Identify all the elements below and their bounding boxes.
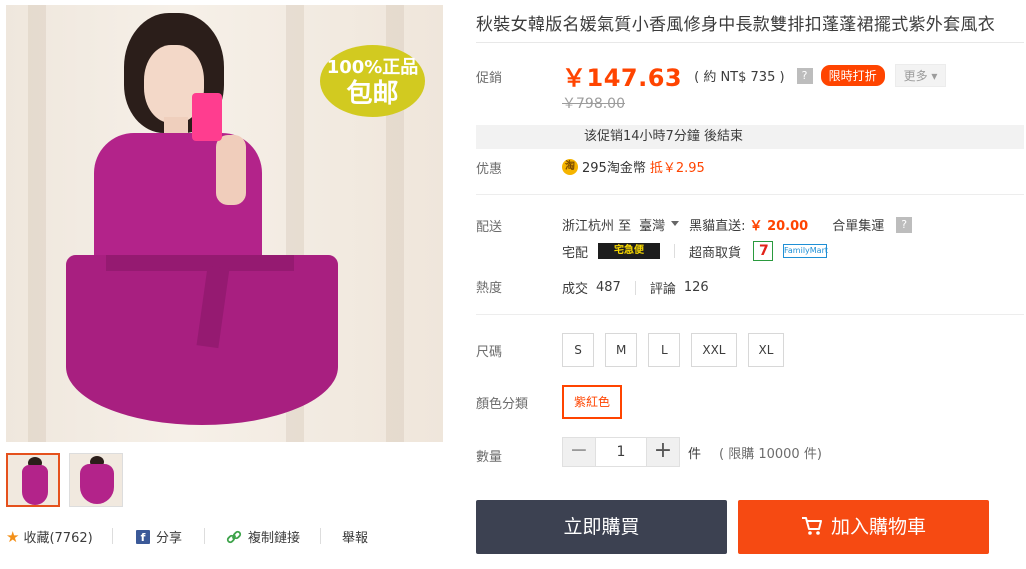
sold-count: 487 <box>596 280 621 295</box>
quantity-stepper: − 1 + <box>562 437 680 467</box>
badge-line-1: 100%正品 <box>326 57 419 78</box>
phone <box>192 93 222 141</box>
more-promos-dropdown[interactable]: 更多 ▾ <box>894 64 947 87</box>
link-icon <box>226 530 242 543</box>
price-row: ￥147.63 ( 約 NT$ 735 ) ? 限時打折 更多 ▾ <box>562 58 947 93</box>
chevron-down-icon: ▾ <box>931 69 938 83</box>
facebook-icon: f <box>136 529 150 544</box>
coin-icon: 淘 <box>562 158 578 175</box>
quantity-label: 數量 <box>476 450 503 465</box>
color-option-purple-red[interactable]: 紫紅色 <box>562 385 623 419</box>
curtain-fold <box>28 5 46 442</box>
coin-deduct: 抵￥2.95 <box>649 161 705 176</box>
reviews-label: 評論 <box>649 282 676 297</box>
report-button[interactable]: 舉報 <box>342 527 368 546</box>
product-title: 秋裝女韓版名媛氣質小香風修身中長款雙排扣蓬蓬裙擺式紫外套風衣 <box>476 15 995 35</box>
quantity-decrease-button[interactable]: − <box>563 438 595 466</box>
cart-icon <box>801 517 822 535</box>
seven-eleven-logo: 7 <box>753 241 774 261</box>
badge-line-2: 包邮 <box>346 79 399 109</box>
buy-now-button[interactable]: 立即購買 <box>476 500 727 554</box>
help-icon[interactable]: ? <box>896 216 913 233</box>
size-label: 尺碼 <box>476 345 503 360</box>
authentic-free-shipping-badge: 100%正品 包邮 <box>320 45 425 117</box>
shipping-route: 浙江杭州 至 臺灣 黑貓直送: ￥ 20.00 合單集運 ? <box>562 215 913 234</box>
share-label: 分享 <box>156 531 183 546</box>
shipping-fee: ￥ 20.00 <box>749 219 809 234</box>
store-pickup-label: 超商取貨 <box>689 245 742 261</box>
size-option-l[interactable]: L <box>648 333 681 367</box>
favorite-label: 收藏(7762) <box>23 531 93 546</box>
home-delivery-label: 宅配 <box>562 245 589 261</box>
favorite-button[interactable]: ★ 收藏(7762) <box>6 527 93 547</box>
divider <box>476 314 1024 315</box>
converted-price: ( 約 NT$ 735 ) <box>694 70 785 85</box>
copy-link-label: 複制鏈接 <box>248 531 301 546</box>
share-button[interactable]: f 分享 <box>136 527 182 546</box>
divider <box>476 194 1024 195</box>
reviews-count[interactable]: 126 <box>684 280 709 295</box>
divider <box>634 280 636 295</box>
size-option-xl[interactable]: XL <box>747 333 785 367</box>
black-cat-logo: 宅急便 <box>598 243 661 259</box>
divider <box>674 244 676 258</box>
original-price: ￥798.00 <box>562 96 625 112</box>
add-to-cart-button[interactable]: 加入購物車 <box>738 500 989 554</box>
sales-stats: 成交 487 評論 126 <box>562 278 709 297</box>
color-label: 顏色分類 <box>476 397 529 412</box>
color-options: 紫紅色 <box>562 385 633 419</box>
copy-link-button[interactable]: 複制鏈接 <box>226 527 300 546</box>
size-option-s[interactable]: S <box>562 333 594 367</box>
shipping-label: 配送 <box>476 220 503 235</box>
quantity-input[interactable]: 1 <box>595 438 647 466</box>
purchase-limit: ( 限購 10000 件) <box>719 446 822 462</box>
destination-select[interactable]: 臺灣 <box>639 215 665 234</box>
add-to-cart-label: 加入購物車 <box>831 516 927 538</box>
help-icon[interactable]: ? <box>796 67 813 84</box>
heat-label: 熱度 <box>476 281 503 296</box>
thumbnail-figure <box>80 464 114 504</box>
sold-label: 成交 <box>562 282 589 297</box>
promo-countdown: 该促销14小時7分鐘 後結束 <box>476 125 1024 149</box>
buy-now-label: 立即購買 <box>563 516 640 538</box>
size-options: S M L XXL XL <box>562 333 795 367</box>
familymart-logo: FamilyMart <box>783 244 828 258</box>
quantity-row: − 1 + 件 ( 限購 10000 件) <box>562 437 822 467</box>
size-option-xxl[interactable]: XXL <box>691 333 737 367</box>
star-icon: ★ <box>6 527 20 546</box>
quantity-increase-button[interactable]: + <box>647 438 679 466</box>
flash-sale-tag: 限時打折 <box>820 65 885 86</box>
more-label: 更多 <box>903 69 928 83</box>
benefit-label: 优惠 <box>476 162 503 177</box>
thumbnail-1[interactable] <box>6 453 60 507</box>
size-option-m[interactable]: M <box>605 333 638 367</box>
divider <box>476 42 1024 43</box>
chevron-down-icon[interactable] <box>671 221 680 226</box>
report-label: 舉報 <box>342 531 369 546</box>
consolidate-label: 合單集運 <box>832 219 885 234</box>
thumbnail-figure <box>22 465 48 505</box>
divider <box>204 528 205 544</box>
main-product-image[interactable]: 100%正品 包邮 <box>6 5 443 442</box>
coat-belt <box>106 255 294 271</box>
divider <box>112 528 113 544</box>
divider <box>320 528 321 544</box>
thumbnail-2[interactable] <box>69 453 123 507</box>
model-arm <box>216 135 246 205</box>
seven-eleven-logo-text: 7 <box>759 243 769 259</box>
coin-benefit: 淘 295淘金幣 抵￥2.95 <box>562 157 705 176</box>
coin-amount: 295淘金幣 <box>582 161 646 176</box>
fee-label: 黑貓直送: <box>689 219 746 234</box>
quantity-unit: 件 <box>688 446 702 462</box>
ship-origin: 浙江杭州 至 <box>562 219 632 234</box>
current-price: ￥147.63 <box>562 64 683 92</box>
delivery-methods: 宅配 宅急便 超商取貨 7 FamilyMart <box>562 241 828 261</box>
promo-label: 促銷 <box>476 71 503 86</box>
